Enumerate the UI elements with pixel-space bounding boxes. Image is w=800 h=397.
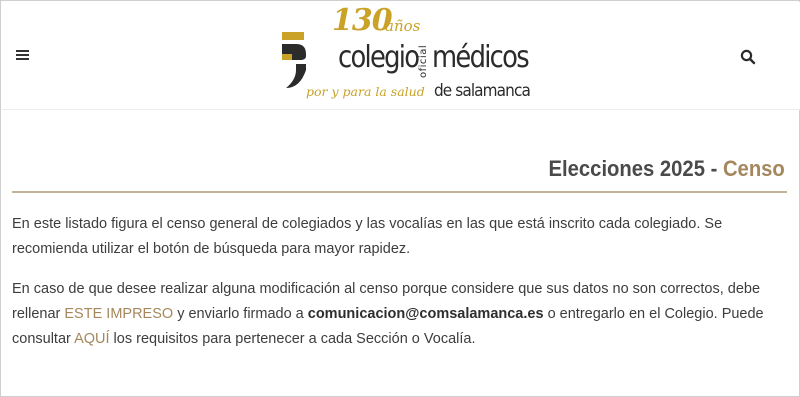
page-title-main: Elecciones 2025 - (548, 156, 724, 181)
logo-anniversary-word: años (385, 17, 421, 35)
intro-paragraph: En este listado figura el censo general … (12, 216, 723, 257)
hamburger-icon (16, 50, 29, 52)
logo-city: de salamanca (434, 81, 531, 101)
title-divider (12, 191, 787, 193)
logo-anniversary-number: 130 (332, 3, 393, 38)
page-content: En este listado figura el censo general … (12, 212, 784, 367)
site-logo[interactable]: 130 años colegio oficial médicos por y p… (280, 3, 531, 108)
page-frame: 130 años colegio oficial médicos por y p… (0, 0, 800, 397)
instructions-paragraph: En caso de que desee realizar alguna mod… (12, 281, 764, 347)
logo-name-oficial: oficial (418, 44, 429, 78)
page-title-accent: Censo (723, 156, 785, 181)
site-header: 130 años colegio oficial médicos por y p… (2, 2, 800, 110)
form-link[interactable]: ESTE IMPRESO (64, 306, 173, 322)
logo-emblem-icon (282, 32, 306, 88)
search-icon (740, 49, 756, 65)
logo-tagline: por y para la salud (306, 84, 425, 99)
contact-email: comunicacion@comsalamanca.es (307, 306, 544, 322)
menu-button[interactable] (14, 48, 32, 64)
page-title: Elecciones 2025 - Censo (549, 156, 785, 182)
search-button[interactable] (738, 47, 758, 67)
requirements-link[interactable]: AQUÍ (74, 331, 109, 347)
logo-name-colegio: colegio (338, 40, 420, 75)
logo-name-medicos: médicos (432, 40, 530, 75)
